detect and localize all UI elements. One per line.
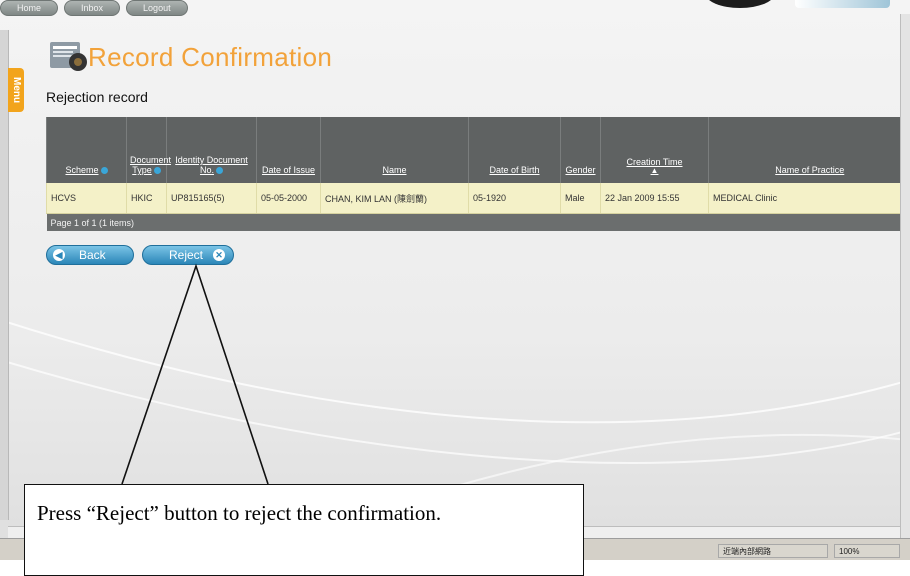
callout-text: Press “Reject” button to reject the conf…: [37, 501, 442, 525]
instruction-callout: Press “Reject” button to reject the conf…: [24, 484, 584, 576]
